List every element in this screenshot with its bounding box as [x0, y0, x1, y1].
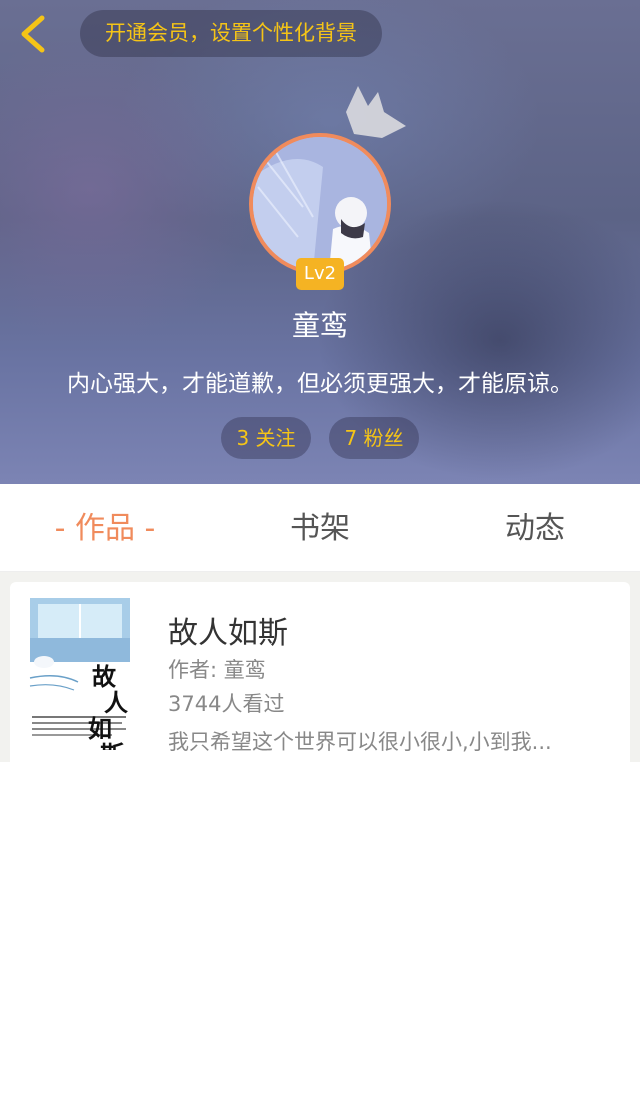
- book-view-count: 3744人看过: [168, 692, 285, 716]
- vip-background-button[interactable]: 开通会员，设置个性化背景: [80, 10, 382, 57]
- username: 童鸾: [291, 309, 348, 342]
- profile-header: 开通会员，设置个性化背景 Lv2 童鸾 内心强大，才能道歉，但必须更强大，才能原…: [0, 0, 640, 484]
- book-cover: 故 人 如 斯: [28, 598, 140, 750]
- book-author: 作者: 童鸾: [168, 658, 266, 682]
- cover-title: 故 人 如 斯: [88, 662, 128, 751]
- book-card[interactable]: 故 人 如 斯 故人如斯 作者: 童鸾 3744人看过 我只希望这个世界可以很小…: [10, 582, 630, 762]
- chevron-left-icon: [21, 15, 45, 53]
- avatar-image: [253, 137, 387, 271]
- following-count-button[interactable]: 3 关注: [221, 417, 311, 459]
- user-bio: 内心强大，才能道歉，但必须更强大，才能原谅。: [67, 371, 573, 397]
- back-button[interactable]: [14, 12, 54, 56]
- tab-bookshelf[interactable]: 书架: [240, 484, 400, 572]
- tab-feed[interactable]: 动态: [455, 484, 615, 572]
- level-badge: Lv2: [296, 258, 344, 290]
- profile-tabs: - 作品 - 书架 动态: [0, 484, 640, 572]
- fans-count-button[interactable]: 7 粉丝: [329, 417, 419, 459]
- avatar[interactable]: [249, 133, 391, 275]
- book-description: 我只希望这个世界可以很小很小,小到我...: [168, 730, 552, 754]
- tab-works[interactable]: - 作品 -: [20, 484, 190, 572]
- book-title: 故人如斯: [168, 616, 288, 651]
- crown-icon: [346, 86, 406, 138]
